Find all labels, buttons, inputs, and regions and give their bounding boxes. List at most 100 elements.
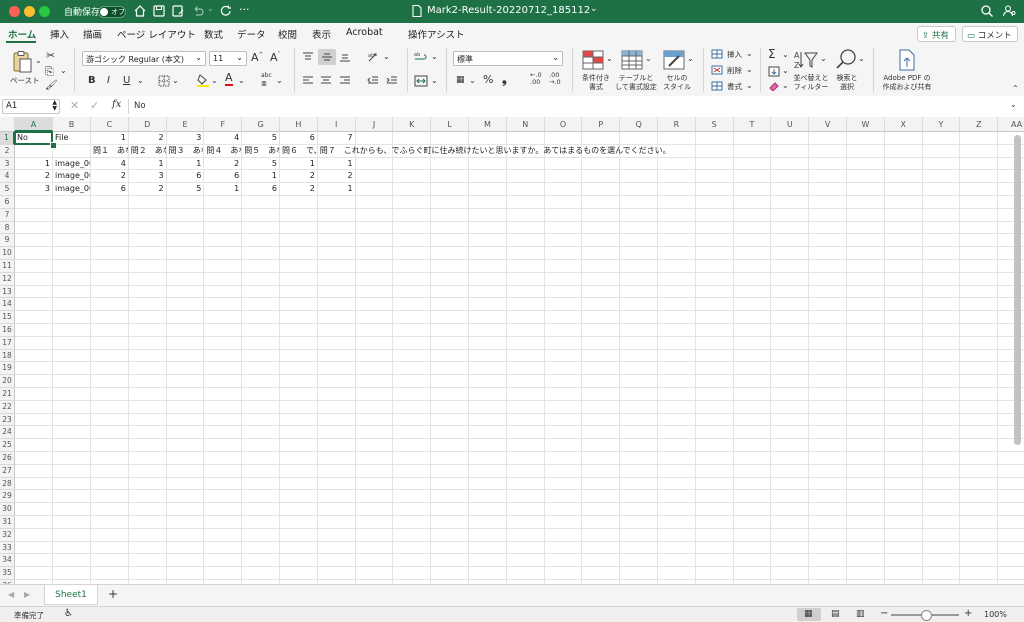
align-left-icon[interactable]: [302, 76, 314, 86]
row-header[interactable]: 15: [0, 311, 15, 324]
sheet-tab-sheet1[interactable]: Sheet1: [44, 585, 98, 605]
font-name-select[interactable]: 游ゴシック Regular (本文) ⌄: [82, 51, 206, 66]
row-header[interactable]: 27: [0, 464, 15, 478]
delete-cells-label[interactable]: 削除: [727, 65, 742, 76]
autosum-icon[interactable]: Σ: [768, 47, 776, 61]
fill-handle[interactable]: [50, 141, 57, 149]
increase-decimal-icon[interactable]: ←.0.00: [530, 72, 542, 86]
align-bottom-icon[interactable]: [339, 52, 351, 62]
cell-b3[interactable]: image_001: [55, 158, 90, 171]
cell-d4[interactable]: 3: [129, 170, 166, 183]
align-right-icon[interactable]: [339, 76, 351, 86]
row-header[interactable]: 35: [0, 567, 15, 580]
column-header[interactable]: H: [280, 117, 318, 132]
row-header[interactable]: 13: [0, 285, 15, 299]
merge-dropdown-icon[interactable]: ⌄: [431, 76, 438, 85]
tab-page-layout[interactable]: ページ レイアウト: [117, 27, 196, 41]
column-header[interactable]: F: [204, 117, 243, 132]
decrease-decimal-icon[interactable]: .00 →.0: [549, 72, 561, 86]
cell-b1[interactable]: File: [55, 132, 90, 145]
row-header[interactable]: 10: [0, 247, 15, 260]
column-header[interactable]: C: [91, 117, 129, 132]
row-header[interactable]: 4: [0, 170, 15, 184]
copy-dropdown-icon[interactable]: ⌄: [60, 66, 67, 75]
cell-b5[interactable]: image_003: [55, 183, 90, 196]
row-header[interactable]: 18: [0, 349, 15, 363]
fill-dropdown-icon[interactable]: ⌄: [782, 66, 789, 75]
format-dropdown-icon[interactable]: ⌄: [746, 81, 753, 90]
cell-h5[interactable]: 2: [280, 183, 317, 196]
column-header[interactable]: K: [393, 117, 432, 132]
cell-g4[interactable]: 1: [242, 170, 279, 183]
cell-g3[interactable]: 5: [242, 158, 279, 171]
accessibility-icon[interactable]: ♿: [64, 608, 73, 619]
column-header[interactable]: Q: [620, 117, 658, 132]
table-format-dropdown-icon[interactable]: ⌄: [645, 54, 652, 63]
column-header[interactable]: AA: [998, 117, 1024, 132]
document-title[interactable]: Mark2-Result-20220712_185112: [427, 5, 590, 16]
wrap-dropdown-icon[interactable]: ⌄: [431, 52, 438, 61]
increase-font-size-icon[interactable]: A^: [251, 51, 264, 64]
format-cells-icon[interactable]: [711, 81, 723, 91]
borders-icon[interactable]: [158, 75, 170, 87]
format-painter-icon[interactable]: 🖌: [45, 80, 58, 91]
fill-color-icon[interactable]: [197, 73, 209, 87]
row-header[interactable]: 22: [0, 400, 15, 414]
cell-e2[interactable]: 問３ あな: [169, 145, 204, 158]
cell-f4[interactable]: 6: [204, 170, 241, 183]
row-header[interactable]: 1: [0, 132, 15, 145]
cell-f3[interactable]: 2: [204, 158, 241, 171]
format-as-table-icon[interactable]: [621, 50, 643, 70]
page-break-view-icon[interactable]: ▥: [856, 609, 865, 619]
minimize-window-button[interactable]: [24, 6, 35, 17]
underline-dropdown-icon[interactable]: ⌄: [137, 76, 144, 85]
cell-c2[interactable]: 問１ あな: [93, 145, 128, 158]
cell-i3[interactable]: 1: [318, 158, 355, 171]
row-header[interactable]: 2: [0, 144, 15, 158]
cell-d5[interactable]: 2: [129, 183, 166, 196]
column-header[interactable]: N: [506, 117, 545, 132]
cell-g5[interactable]: 6: [242, 183, 279, 196]
row-header[interactable]: 20: [0, 375, 15, 388]
row-header[interactable]: 11: [0, 260, 15, 273]
tab-tell-me[interactable]: 操作アシスト: [408, 27, 465, 41]
row-header[interactable]: 17: [0, 336, 15, 350]
autosum-dropdown-icon[interactable]: ⌄: [782, 50, 789, 59]
column-header[interactable]: I: [317, 117, 356, 132]
column-header[interactable]: V: [809, 117, 847, 132]
decrease-font-size-icon[interactable]: Aˇ: [270, 51, 281, 64]
orientation-icon[interactable]: ab: [367, 51, 381, 63]
tab-review[interactable]: 校閲: [278, 27, 297, 41]
row-header[interactable]: 33: [0, 541, 15, 555]
save-as-icon[interactable]: [171, 4, 185, 18]
cell-g2[interactable]: 問５ あな: [244, 145, 279, 158]
column-header[interactable]: J: [355, 117, 394, 132]
cell-i4[interactable]: 2: [318, 170, 355, 183]
column-header[interactable]: Y: [922, 117, 961, 132]
row-header[interactable]: 29: [0, 490, 15, 504]
tab-home[interactable]: ホーム: [8, 27, 36, 41]
sort-filter-icon[interactable]: AZ: [794, 49, 818, 71]
align-top-icon[interactable]: [302, 52, 314, 62]
tab-view[interactable]: 表示: [312, 27, 331, 41]
select-all-corner[interactable]: [0, 117, 15, 132]
undo-dropdown-icon[interactable]: ⌄: [207, 4, 214, 13]
cell-e4[interactable]: 6: [167, 170, 204, 183]
next-sheet-icon[interactable]: ▶: [24, 590, 30, 599]
column-header[interactable]: O: [544, 117, 583, 132]
column-header[interactable]: M: [469, 117, 507, 132]
insert-cells-icon[interactable]: [711, 49, 723, 59]
column-header[interactable]: X: [884, 117, 923, 132]
column-header[interactable]: R: [658, 117, 696, 132]
add-sheet-button[interactable]: +: [108, 587, 118, 601]
orientation-dropdown-icon[interactable]: ⌄: [383, 52, 390, 61]
vertical-scrollbar[interactable]: [1014, 135, 1021, 445]
prev-sheet-icon[interactable]: ◀: [8, 590, 14, 599]
fill-color-dropdown-icon[interactable]: ⌄: [211, 76, 218, 85]
row-header[interactable]: 26: [0, 452, 15, 465]
copy-icon[interactable]: ⎘: [45, 65, 54, 79]
phonetic-guide-icon[interactable]: abc 亜: [261, 72, 272, 88]
paste-icon[interactable]: [10, 50, 34, 74]
comma-style-icon[interactable]: ❟: [502, 72, 507, 87]
autosave-toggle[interactable]: オフ: [98, 6, 126, 18]
